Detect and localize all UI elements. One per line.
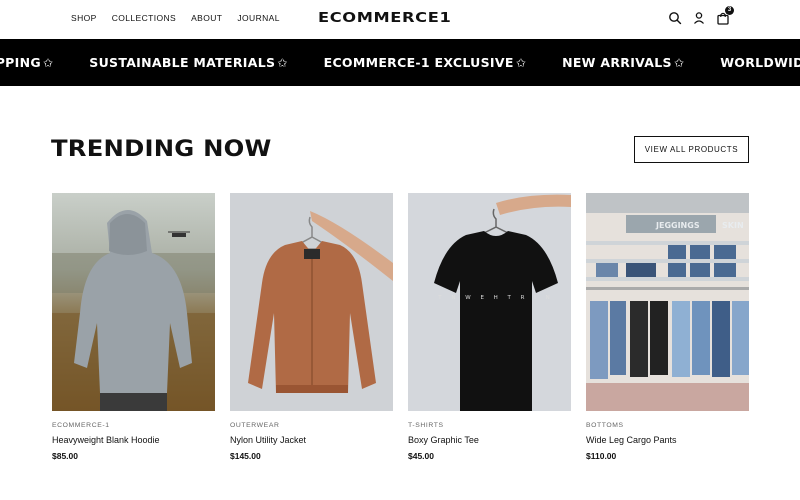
cart-count-badge: 3 — [725, 6, 734, 15]
marquee-item: SUSTAINABLE MATERIALS ✩ — [89, 55, 288, 70]
nav-journal[interactable]: JOURNAL — [237, 13, 279, 23]
main-nav: SHOP COLLECTIONS ABOUT JOURNAL — [71, 13, 295, 23]
marquee-item: ECOMMERCE-1 EXCLUSIVE ✩ — [323, 55, 527, 70]
product-category: ECOMMERCE-1 — [52, 422, 110, 429]
cart-icon[interactable]: 3 — [716, 6, 734, 25]
product-image-hoodie[interactable] — [52, 193, 215, 411]
marquee-item: NEW ARRIVALS ✩ — [562, 55, 685, 70]
product-image-tee[interactable]: T N W E H T R I N — [408, 193, 571, 411]
svg-text:T N W E H T R I N: T N W E H T R I N — [437, 295, 553, 301]
product-name[interactable]: Nylon Utility Jacket — [230, 435, 393, 445]
product-card[interactable]: T N W E H T R I N T-SHIRTS Boxy Graphic … — [408, 193, 571, 461]
site-logo[interactable]: ECOMMERCE1 — [318, 11, 451, 26]
section-title: TRENDING NOW — [51, 136, 272, 162]
product-name[interactable]: Heavyweight Blank Hoodie — [52, 435, 215, 445]
product-name[interactable]: Boxy Graphic Tee — [408, 435, 571, 445]
account-icon[interactable] — [692, 11, 706, 25]
product-card[interactable]: JEGGINGS SKIN BOTTOMS Wide Leg Cargo Pan… — [586, 193, 749, 461]
product-name[interactable]: Wide Leg Cargo Pants — [586, 435, 749, 445]
product-category: OUTERWEAR — [230, 422, 280, 429]
nav-collections[interactable]: COLLECTIONS — [112, 13, 176, 23]
star-icon: ✩ — [515, 55, 527, 70]
nav-shop[interactable]: SHOP — [71, 13, 97, 23]
product-price: $145.00 — [230, 451, 261, 461]
marquee-item: HIPPING✩ — [0, 55, 54, 70]
svg-text:JEGGINGS: JEGGINGS — [655, 221, 700, 230]
star-icon: ✩ — [277, 55, 288, 70]
product-category: BOTTOMS — [586, 422, 624, 429]
star-icon: ✩ — [42, 55, 54, 70]
product-price: $110.00 — [586, 451, 617, 461]
announcement-marquee: HIPPING✩ SUSTAINABLE MATERIALS✩ ECOMMERC… — [0, 39, 800, 86]
header-actions: 3 — [668, 6, 734, 25]
site-header: SHOP COLLECTIONS ABOUT JOURNAL ECOMMERCE… — [0, 0, 800, 39]
marquee-item: WORLDWIDE SHI — [720, 55, 800, 70]
product-card[interactable]: OUTERWEAR Nylon Utility Jacket $145.00 — [230, 193, 393, 461]
product-image-jacket[interactable] — [230, 193, 393, 411]
search-icon[interactable] — [668, 11, 682, 25]
product-category: T-SHIRTS — [408, 422, 444, 429]
product-price: $85.00 — [52, 451, 78, 461]
product-grid: ECOMMERCE-1 Heavyweight Blank Hoodie $85… — [52, 193, 749, 461]
star-icon: ✩ — [673, 55, 685, 70]
svg-text:SKIN: SKIN — [722, 221, 744, 230]
product-card[interactable]: ECOMMERCE-1 Heavyweight Blank Hoodie $85… — [52, 193, 215, 461]
product-price: $45.00 — [408, 451, 434, 461]
product-image-pants[interactable]: JEGGINGS SKIN — [586, 193, 749, 411]
view-all-products-button[interactable]: VIEW ALL PRODUCTS — [634, 136, 749, 163]
marquee-track: HIPPING✩ SUSTAINABLE MATERIALS✩ ECOMMERC… — [0, 39, 800, 86]
nav-about[interactable]: ABOUT — [191, 13, 222, 23]
